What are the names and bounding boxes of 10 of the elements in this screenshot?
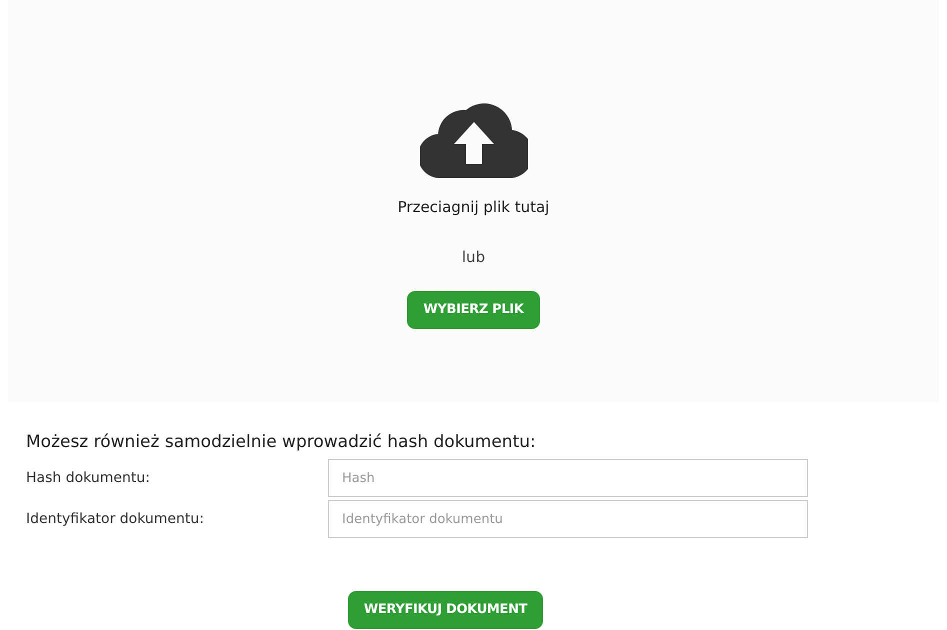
section-heading: Możesz również samodzielnie wprowadzić hash dokumentu: [26,431,537,453]
text-field[interactable]: Identyfikator dokumentu [328,500,808,538]
verify-button[interactable]: WERYFIKUJ DOKUMENT [348,591,544,629]
drop-zone[interactable]: Przeciagnij plik tutaj lub WYBIERZ PLIK [8,0,939,403]
field-label: Identyfikator dokumentu: [26,510,206,528]
drop-prompt: Przeciagnij plik tutaj [398,197,550,218]
text-field[interactable]: Hash [328,459,808,497]
or-text: lub [462,246,486,268]
choose-file-button[interactable]: WYBIERZ PLIK [407,291,540,329]
field-label: Hash dokumentu: [26,468,151,488]
